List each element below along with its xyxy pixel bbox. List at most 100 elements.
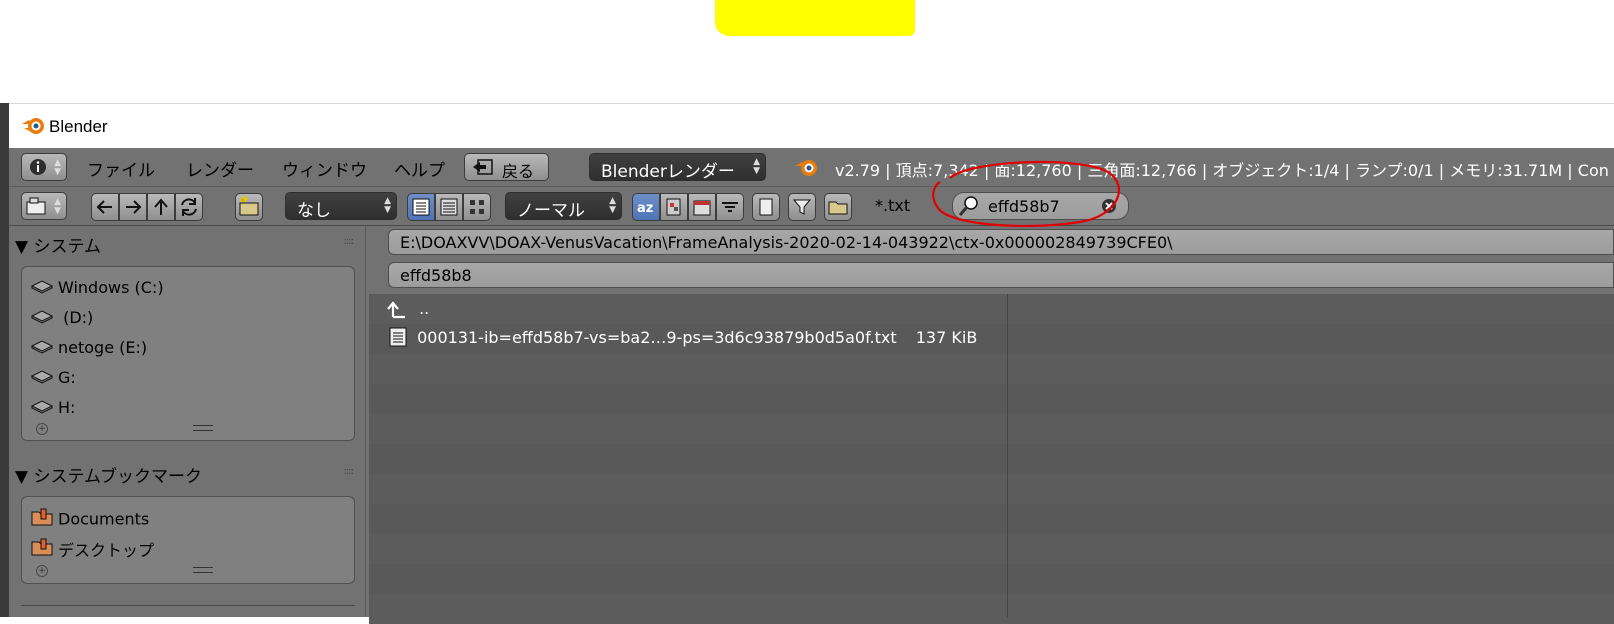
list-item[interactable]: G: [30, 367, 76, 393]
chevron-updown-icon: ▲ ▼ [384, 196, 391, 215]
list-stripe [369, 594, 1614, 624]
sort-alpha-button[interactable]: az [632, 193, 660, 221]
drive-label: G: [58, 368, 76, 387]
filter-toggle-button[interactable] [788, 193, 816, 221]
display-size-label: ノーマル [517, 201, 585, 221]
file-size: 137 KiB [915, 327, 978, 347]
filter-folders-button[interactable] [824, 193, 852, 221]
parent-directory-label: .. [419, 299, 430, 318]
sort-alpha-icon: az [637, 201, 653, 216]
chevron-updown-icon: ▲ ▼ [54, 197, 61, 216]
arrow-up-icon [154, 198, 168, 215]
back-button[interactable]: 戻る [464, 153, 549, 181]
resize-grip-icon[interactable] [193, 425, 213, 431]
panel-bookmarks-header[interactable]: ▼ システムブックマーク [15, 462, 202, 487]
thumbnails-icon [470, 200, 484, 214]
menu-render[interactable]: レンダー [186, 156, 254, 181]
render-engine-dropdown[interactable]: Blenderレンダー ▲ ▼ [589, 153, 766, 182]
chevron-updown-icon: ▲ ▼ [753, 157, 760, 176]
drive-label: (D:) [58, 308, 94, 327]
bookmark-folder-icon [30, 537, 58, 561]
annotation-circle [932, 160, 1120, 228]
list-item[interactable]: デスクトップ [30, 537, 154, 563]
list-stripe [369, 294, 1614, 324]
parent-directory-icon [387, 300, 405, 318]
panel-drag-grip-icon[interactable]: :::: [344, 466, 355, 477]
nav-forward-button[interactable] [119, 193, 147, 221]
menu-window[interactable]: ウィンドウ [282, 156, 367, 181]
editor-type-button[interactable]: ▲ ▼ [21, 153, 67, 181]
parent-directory-row[interactable]: .. [387, 298, 429, 324]
long-list-icon [440, 198, 458, 216]
info-icon [30, 159, 46, 175]
list-item[interactable]: H: [30, 397, 75, 423]
short-list-icon [412, 198, 430, 216]
list-item[interactable]: Documents [30, 507, 149, 533]
new-folder-icon [239, 195, 259, 216]
add-item-icon[interactable]: + [36, 423, 48, 435]
list-stripe [369, 474, 1614, 504]
list-item[interactable]: Windows (C:) [30, 277, 164, 303]
refresh-button[interactable] [175, 193, 203, 221]
drive-label: H: [58, 398, 76, 417]
list-stripe [369, 534, 1614, 564]
filter-funnel-icon [792, 199, 812, 215]
folder-icon [828, 201, 848, 215]
display-thumbnails-button[interactable] [463, 193, 491, 221]
window-titlebar: Blender [9, 103, 1614, 149]
nav-back-button[interactable] [91, 193, 119, 221]
panel-drag-grip-icon[interactable]: :::: [344, 236, 355, 247]
filename-field[interactable]: effd58b8 [388, 262, 1614, 288]
list-item[interactable]: (D:) [30, 307, 93, 333]
recursion-dropdown[interactable]: なし ▲ ▼ [285, 192, 397, 221]
arrow-right-icon [126, 200, 142, 214]
refresh-icon [181, 198, 197, 216]
system-drives-list: Windows (C:) (D:) netoge (E:) G: H: + [21, 266, 355, 441]
blender-logo-icon [22, 118, 44, 134]
table-row[interactable]: 000131-ib=effd58b7-vs=ba2…9-ps=3d6c93879… [387, 326, 977, 352]
sort-time-button[interactable] [688, 193, 716, 221]
display-long-list-button[interactable] [435, 193, 463, 221]
yellow-highlight-mark [715, 0, 915, 36]
drive-label: Windows (C:) [58, 278, 164, 297]
list-item[interactable]: netoge (E:) [30, 337, 147, 363]
file-browser-toolbar: ▲ ▼ なし ▲ ▼ ノーマル ▲ ▼ az *.txt effd58b7 [9, 187, 1614, 226]
back-label: 戻る [502, 162, 535, 181]
column-divider [1007, 294, 1008, 617]
arrow-left-icon [96, 200, 112, 214]
sort-size-button[interactable] [716, 193, 744, 221]
background-window-edge [0, 103, 9, 617]
nav-parent-button[interactable] [147, 193, 175, 221]
folder-stack-icon [26, 197, 46, 215]
resize-grip-icon[interactable] [193, 567, 213, 573]
blender-app: ▲ ▼ ファイル レンダー ウィンドウ ヘルプ 戻る Blenderレンダー ▲ ▼… [9, 148, 1614, 624]
display-short-list-button[interactable] [407, 193, 435, 221]
chevron-updown-icon: ▲ ▼ [609, 196, 616, 215]
filter-extension-text: *.txt [875, 196, 911, 215]
add-item-icon[interactable]: + [36, 565, 48, 577]
list-stripe [369, 354, 1614, 384]
panel-divider [21, 605, 355, 606]
render-engine-label: Blenderレンダー [601, 162, 735, 182]
text-file-icon [389, 327, 407, 347]
window-title: Blender [49, 117, 108, 136]
hide-dot-files-button[interactable] [752, 193, 780, 221]
panel-system-title: システム [33, 237, 101, 257]
system-bookmarks-list: Documents デスクトップ + [21, 496, 355, 584]
svg-text:az: az [637, 201, 653, 216]
panel-bookmarks-title: システムブックマーク [33, 467, 202, 487]
panel-system-header[interactable]: ▼ システム [15, 232, 101, 257]
list-stripe [369, 444, 1614, 474]
bookmark-label: Documents [58, 509, 150, 529]
new-folder-button[interactable] [235, 193, 263, 221]
file-icon [759, 198, 773, 216]
directory-path-field[interactable]: E:\DOAXVV\DOAX-VenusVacation\FrameAnalys… [388, 229, 1614, 255]
display-size-dropdown[interactable]: ノーマル ▲ ▼ [505, 192, 622, 221]
menu-help[interactable]: ヘルプ [394, 156, 445, 181]
menu-file[interactable]: ファイル [87, 156, 155, 181]
file-list: .. 000131-ib=effd58b7-vs=ba2…9-ps=3d6c93… [369, 294, 1614, 624]
file-name: 000131-ib=effd58b7-vs=ba2…9-ps=3d6c93879… [417, 327, 897, 347]
file-browser-editor-button[interactable]: ▲ ▼ [21, 192, 67, 220]
recursion-label: なし [297, 201, 331, 221]
sort-extension-button[interactable] [660, 193, 688, 221]
